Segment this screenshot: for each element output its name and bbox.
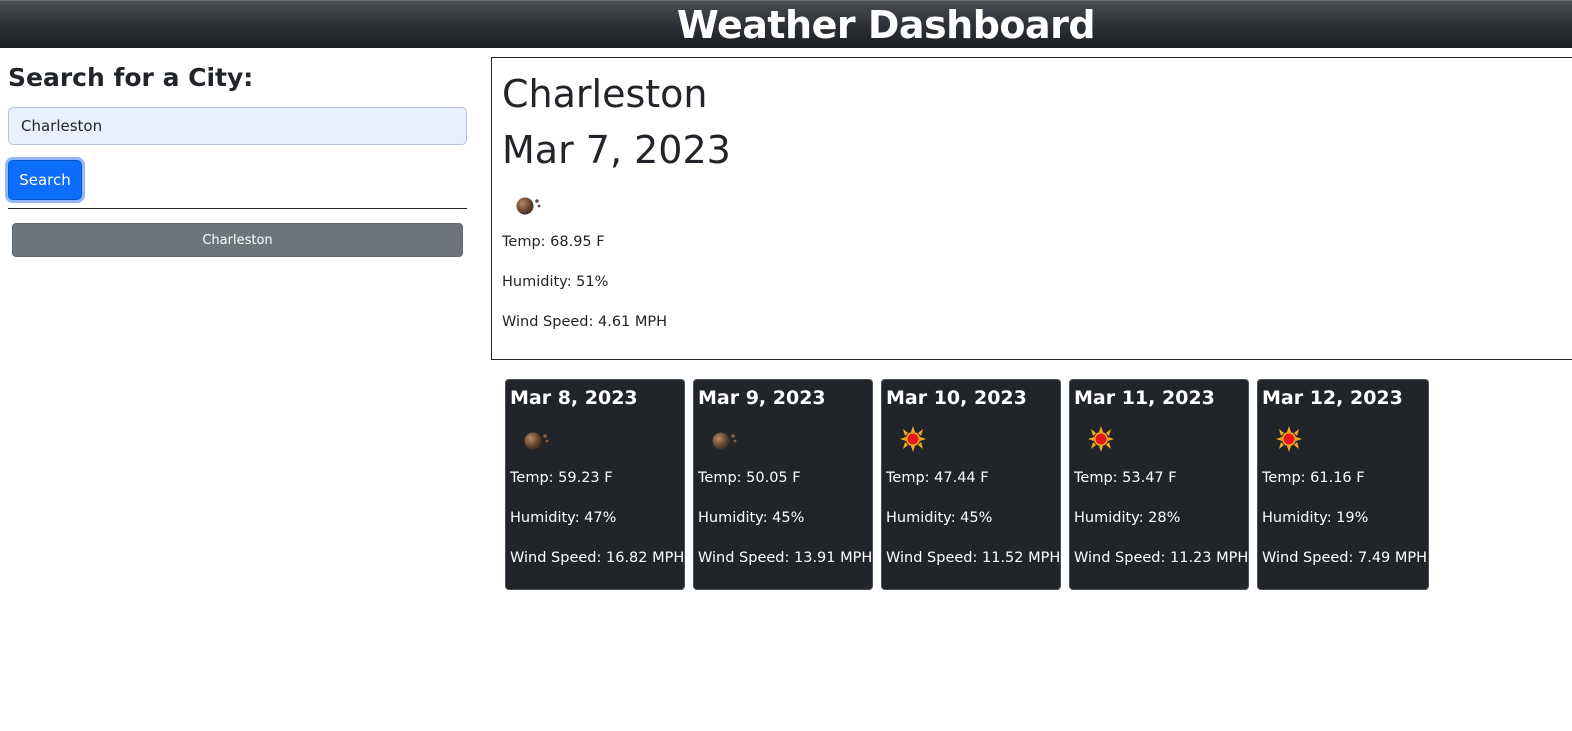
forecast-temp: Temp: 50.05 F [698, 470, 801, 486]
forecast-wind: Wind Speed: 11.52 MPH [886, 550, 1061, 566]
forecast-temp: Temp: 53.47 F [1074, 470, 1177, 486]
forecast-card: Mar 10, 2023 Temp: 47.44 F Humidity: 45%… [881, 379, 1061, 590]
page-title: Weather Dashboard [676, 3, 1096, 47]
forecast-temp: Temp: 59.23 F [510, 470, 613, 486]
forecast-card: Mar 12, 2023 Temp: 61.16 F Humidity: 19%… [1257, 379, 1429, 590]
current-wind: Wind Speed: 4.61 MPH [502, 314, 668, 330]
forecast-row: Mar 8, 2023 Temp: 59.23 F Humidity: 47% … [505, 379, 1435, 591]
current-humidity: Humidity: 51% [502, 274, 609, 290]
forecast-wind: Wind Speed: 7.49 MPH [1262, 550, 1428, 566]
app-header: Weather Dashboard [0, 0, 1572, 48]
current-city: Charleston [502, 72, 708, 116]
sun-icon [1088, 426, 1114, 452]
forecast-card: Mar 9, 2023 Temp: 50.05 F Humidity: 45% … [693, 379, 873, 590]
forecast-date: Mar 12, 2023 [1262, 387, 1403, 409]
forecast-date: Mar 10, 2023 [886, 387, 1027, 409]
forecast-wind: Wind Speed: 11.23 MPH [1074, 550, 1249, 566]
forecast-humidity: Humidity: 19% [1262, 510, 1369, 526]
forecast-humidity: Humidity: 28% [1074, 510, 1181, 526]
forecast-humidity: Humidity: 45% [698, 510, 805, 526]
forecast-wind: Wind Speed: 16.82 MPH [510, 550, 685, 566]
current-date: Mar 7, 2023 [502, 128, 731, 172]
forecast-date: Mar 8, 2023 [510, 387, 638, 409]
forecast-card: Mar 11, 2023 Temp: 53.47 F Humidity: 28%… [1069, 379, 1249, 590]
cloud-icon [524, 432, 549, 450]
cloud-icon [712, 432, 737, 450]
overcast-cloud-icon [516, 197, 541, 215]
search-button[interactable]: Search [8, 160, 82, 200]
city-search-input[interactable] [8, 107, 467, 145]
forecast-wind: Wind Speed: 13.91 MPH [698, 550, 873, 566]
forecast-humidity: Humidity: 45% [886, 510, 993, 526]
search-sidebar: Search for a City: Search Charleston [8, 60, 467, 257]
sun-icon [1276, 426, 1302, 452]
sidebar-divider [8, 208, 467, 209]
forecast-humidity: Humidity: 47% [510, 510, 617, 526]
current-temp: Temp: 68.95 F [502, 234, 605, 250]
forecast-date: Mar 9, 2023 [698, 387, 826, 409]
search-heading: Search for a City: [8, 63, 254, 92]
current-weather-panel: Charleston Mar 7, 2023 Temp: 68.95 F Hum… [491, 57, 1572, 360]
history-button-charleston[interactable]: Charleston [12, 223, 463, 257]
forecast-card: Mar 8, 2023 Temp: 59.23 F Humidity: 47% … [505, 379, 685, 590]
forecast-date: Mar 11, 2023 [1074, 387, 1215, 409]
forecast-temp: Temp: 47.44 F [886, 470, 989, 486]
forecast-temp: Temp: 61.16 F [1262, 470, 1365, 486]
sun-icon [900, 426, 926, 452]
